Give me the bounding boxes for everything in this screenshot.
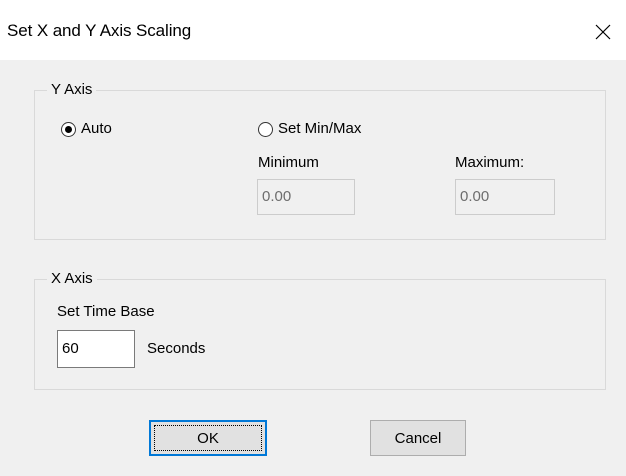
ok-button[interactable]: OK: [149, 420, 267, 456]
cancel-button-label: Cancel: [394, 429, 442, 447]
auto-radio-circle[interactable]: [61, 121, 76, 137]
title-bar: Set X and Y Axis Scaling: [0, 0, 626, 60]
maximum-field[interactable]: 0.00: [455, 179, 555, 215]
seconds-label: Seconds: [147, 340, 206, 357]
dialog-title: Set X and Y Axis Scaling: [7, 21, 192, 40]
time-base-input[interactable]: 60: [57, 330, 135, 368]
y-axis-group: Y Axis Auto Set Min/Max Minimum Maximum:…: [34, 80, 606, 240]
minimum-label: Minimum: [258, 154, 319, 171]
set-minmax-radio-circle[interactable]: [258, 121, 273, 137]
close-icon: [595, 24, 611, 40]
close-button[interactable]: [580, 10, 626, 54]
set-minmax-radio[interactable]: Set Min/Max: [258, 119, 361, 139]
minimum-field[interactable]: 0.00: [257, 179, 355, 215]
maximum-label: Maximum:: [455, 154, 525, 171]
y-axis-group-label: Y Axis: [47, 80, 97, 100]
focus-ring: [154, 425, 262, 451]
set-minmax-radio-label: Set Min/Max: [278, 120, 362, 137]
x-axis-group: X Axis Set Time Base 60 Seconds: [34, 269, 606, 390]
cancel-button[interactable]: Cancel: [370, 420, 466, 456]
axis-scaling-dialog: Set X and Y Axis Scaling Y Axis Auto Set…: [0, 0, 626, 476]
auto-radio[interactable]: Auto: [61, 119, 112, 139]
x-axis-group-label: X Axis: [47, 269, 97, 289]
time-base-label: Set Time Base: [57, 303, 155, 320]
auto-radio-label: Auto: [81, 120, 112, 137]
